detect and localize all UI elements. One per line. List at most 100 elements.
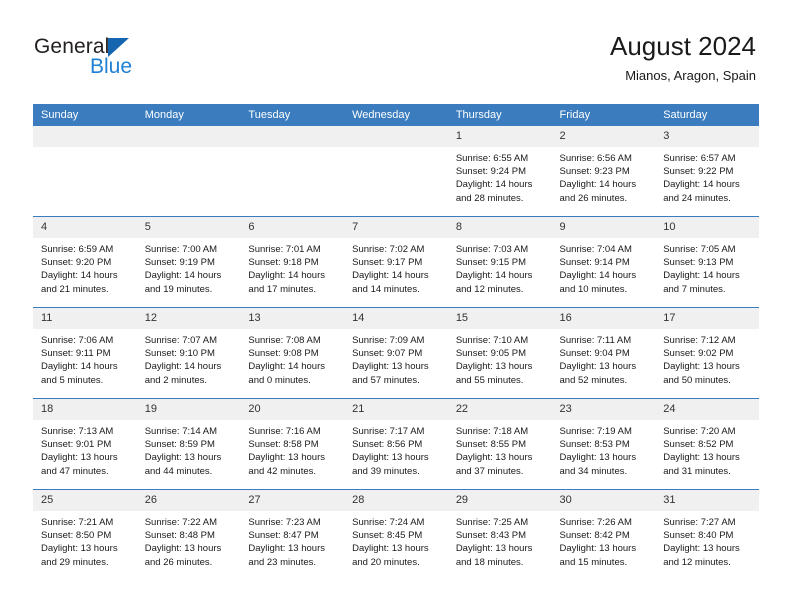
day-sun-info: Sunrise: 6:55 AM Sunset: 9:24 PM Daylight:…	[448, 147, 552, 205]
weekday-header-sunday: Sunday	[33, 104, 137, 126]
sunrise-text: Sunrise: 7:03 AM	[455, 244, 529, 255]
calendar-day-cell[interactable]: 24 Sunrise: 7:20 AM Sunset: 8:52 PM Dayligh…	[655, 398, 759, 490]
sunrise-text: Sunrise: 7:25 AM	[455, 517, 529, 528]
calendar-day-cell[interactable]: 10 Sunrise: 7:05 AM Sunset: 9:13 PM Dayligh…	[655, 216, 759, 308]
sunrise-text: Sunrise: 7:09 AM	[352, 335, 425, 346]
day-sun-info: Sunrise: 7:02 AM Sunset: 9:17 PM Daylight:…	[344, 238, 448, 296]
day-number: 6	[240, 217, 345, 238]
day-number: 10	[655, 217, 759, 238]
calendar-day-cell[interactable]: 18 Sunrise: 7:13 AM Sunset: 9:01 PM Dayligh…	[33, 398, 137, 490]
day-cell-inner: 19 Sunrise: 7:14 AM Sunset: 8:59 PM Dayligh…	[136, 399, 241, 489]
sunrise-text: Sunrise: 7:26 AM	[559, 517, 632, 528]
calendar-day-cell[interactable]: 22 Sunrise: 7:18 AM Sunset: 8:55 PM Dayligh…	[447, 398, 552, 490]
sunset-text: Sunset: 9:13 PM	[663, 257, 734, 269]
day-number	[240, 126, 345, 147]
calendar-day-cell[interactable]: 27 Sunrise: 7:23 AM Sunset: 8:47 PM Dayligh…	[240, 489, 345, 580]
calendar-day-cell	[240, 126, 345, 217]
weekday-header-wednesday: Wednesday	[344, 104, 448, 126]
calendar-day-cell[interactable]: 12 Sunrise: 7:07 AM Sunset: 9:10 PM Dayligh…	[136, 307, 241, 399]
calendar-day-cell[interactable]: 16 Sunrise: 7:11 AM Sunset: 9:04 PM Dayligh…	[551, 307, 656, 399]
calendar-day-cell	[136, 126, 241, 217]
calendar-body: 1 Sunrise: 6:55 AM Sunset: 9:24 PM Daylight…	[33, 126, 759, 580]
daylight-text-line2: and 31 minutes.	[663, 465, 731, 477]
generalblue-logo[interactable]: General Blue	[34, 36, 234, 86]
page-header: General Blue August 2024 Mianos, Aragon,…	[0, 0, 792, 100]
day-sun-info: Sunrise: 7:09 AM Sunset: 9:07 PM Daylight:…	[344, 329, 448, 387]
calendar-day-cell[interactable]: 3 Sunrise: 6:57 AM Sunset: 9:22 PM Daylight…	[655, 126, 759, 217]
calendar-day-cell[interactable]: 2 Sunrise: 6:56 AM Sunset: 9:23 PM Daylight…	[551, 126, 656, 217]
day-sun-info: Sunrise: 7:05 AM Sunset: 9:13 PM Daylight:…	[655, 238, 759, 296]
daylight-text-line1: Daylight: 14 hours	[559, 179, 637, 191]
sunset-text: Sunset: 9:02 PM	[663, 348, 734, 360]
daylight-text-line1: Daylight: 13 hours	[41, 543, 118, 555]
calendar-day-cell[interactable]: 31 Sunrise: 7:27 AM Sunset: 8:40 PM Dayligh…	[655, 489, 759, 580]
day-cell-inner: 23 Sunrise: 7:19 AM Sunset: 8:53 PM Dayligh…	[551, 399, 656, 489]
calendar-day-cell[interactable]: 7 Sunrise: 7:02 AM Sunset: 9:17 PM Daylight…	[344, 216, 448, 308]
day-cell-inner: 6 Sunrise: 7:01 AM Sunset: 9:18 PM Daylight…	[240, 217, 345, 307]
daylight-text-line1: Daylight: 14 hours	[663, 179, 740, 191]
weekday-header-monday: Monday	[136, 104, 241, 126]
day-cell-inner: 24 Sunrise: 7:20 AM Sunset: 8:52 PM Dayligh…	[655, 399, 759, 489]
day-sun-info: Sunrise: 7:22 AM Sunset: 8:48 PM Daylight:…	[137, 511, 241, 569]
sunrise-text: Sunrise: 6:57 AM	[663, 153, 736, 164]
calendar-day-cell[interactable]: 30 Sunrise: 7:26 AM Sunset: 8:42 PM Dayligh…	[551, 489, 656, 580]
daylight-text-line2: and 24 minutes.	[663, 192, 731, 204]
calendar-day-cell[interactable]: 4 Sunrise: 6:59 AM Sunset: 9:20 PM Daylight…	[33, 216, 137, 308]
calendar-day-cell[interactable]: 26 Sunrise: 7:22 AM Sunset: 8:48 PM Dayligh…	[136, 489, 241, 580]
calendar-day-cell	[344, 126, 448, 217]
daylight-text-line2: and 52 minutes.	[559, 374, 628, 386]
day-number: 21	[344, 399, 448, 420]
sunrise-text: Sunrise: 7:18 AM	[455, 426, 529, 437]
daylight-text-line1: Daylight: 14 hours	[455, 179, 533, 191]
day-sun-info: Sunrise: 7:27 AM Sunset: 8:40 PM Daylight:…	[655, 511, 759, 569]
calendar-week-row: 25 Sunrise: 7:21 AM Sunset: 8:50 PM Dayligh…	[33, 489, 759, 580]
calendar-day-cell[interactable]: 19 Sunrise: 7:14 AM Sunset: 8:59 PM Dayligh…	[136, 398, 241, 490]
day-sun-info: Sunrise: 7:16 AM Sunset: 8:58 PM Daylight:…	[240, 420, 344, 478]
day-sun-info: Sunrise: 7:14 AM Sunset: 8:59 PM Daylight:…	[137, 420, 241, 478]
daylight-text-line1: Daylight: 13 hours	[248, 452, 325, 464]
calendar-day-cell[interactable]: 6 Sunrise: 7:01 AM Sunset: 9:18 PM Daylight…	[240, 216, 345, 308]
sunrise-text: Sunrise: 7:08 AM	[248, 335, 321, 346]
daylight-text-line1: Daylight: 13 hours	[663, 452, 740, 464]
calendar-day-cell[interactable]: 11 Sunrise: 7:06 AM Sunset: 9:11 PM Dayligh…	[33, 307, 137, 399]
day-cell-inner: 13 Sunrise: 7:08 AM Sunset: 9:08 PM Dayligh…	[240, 308, 345, 398]
calendar-day-cell[interactable]: 23 Sunrise: 7:19 AM Sunset: 8:53 PM Dayligh…	[551, 398, 656, 490]
calendar-day-cell[interactable]: 28 Sunrise: 7:24 AM Sunset: 8:45 PM Dayligh…	[344, 489, 448, 580]
sunrise-text: Sunrise: 7:05 AM	[663, 244, 736, 255]
day-cell-inner: 28 Sunrise: 7:24 AM Sunset: 8:45 PM Dayligh…	[344, 490, 448, 580]
day-number: 25	[33, 490, 137, 511]
calendar-day-cell[interactable]: 5 Sunrise: 7:00 AM Sunset: 9:19 PM Daylight…	[136, 216, 241, 308]
daylight-text-line2: and 29 minutes.	[41, 556, 109, 568]
calendar-day-cell[interactable]: 29 Sunrise: 7:25 AM Sunset: 8:43 PM Dayligh…	[447, 489, 552, 580]
calendar-day-cell[interactable]: 21 Sunrise: 7:17 AM Sunset: 8:56 PM Dayligh…	[344, 398, 448, 490]
calendar-day-cell[interactable]: 13 Sunrise: 7:08 AM Sunset: 9:08 PM Dayligh…	[240, 307, 345, 399]
day-number: 9	[551, 217, 656, 238]
daylight-text-line2: and 39 minutes.	[352, 465, 420, 477]
day-cell-inner: 20 Sunrise: 7:16 AM Sunset: 8:58 PM Dayligh…	[240, 399, 345, 489]
daylight-text-line1: Daylight: 14 hours	[352, 270, 429, 282]
calendar-day-cell[interactable]: 20 Sunrise: 7:16 AM Sunset: 8:58 PM Dayligh…	[240, 398, 345, 490]
day-sun-info: Sunrise: 7:20 AM Sunset: 8:52 PM Daylight:…	[655, 420, 759, 478]
calendar-day-cell[interactable]: 15 Sunrise: 7:10 AM Sunset: 9:05 PM Dayligh…	[447, 307, 552, 399]
daylight-text-line2: and 47 minutes.	[41, 465, 109, 477]
day-number	[136, 126, 241, 147]
calendar-day-cell[interactable]: 9 Sunrise: 7:04 AM Sunset: 9:14 PM Daylight…	[551, 216, 656, 308]
calendar-day-cell[interactable]: 25 Sunrise: 7:21 AM Sunset: 8:50 PM Dayligh…	[33, 489, 137, 580]
daylight-text-line2: and 14 minutes.	[352, 283, 420, 295]
calendar-day-cell[interactable]: 14 Sunrise: 7:09 AM Sunset: 9:07 PM Dayligh…	[344, 307, 448, 399]
sunset-text: Sunset: 8:58 PM	[248, 439, 319, 451]
day-number: 28	[344, 490, 448, 511]
day-sun-info: Sunrise: 7:25 AM Sunset: 8:43 PM Daylight:…	[448, 511, 552, 569]
calendar-day-cell[interactable]: 1 Sunrise: 6:55 AM Sunset: 9:24 PM Daylight…	[447, 126, 552, 217]
daylight-text-line2: and 7 minutes.	[663, 283, 726, 295]
daylight-text-line2: and 28 minutes.	[455, 192, 524, 204]
calendar-day-cell[interactable]: 8 Sunrise: 7:03 AM Sunset: 9:15 PM Daylight…	[447, 216, 552, 308]
day-number: 4	[33, 217, 137, 238]
calendar-grid: Sunday Monday Tuesday Wednesday Thursday…	[33, 104, 759, 580]
sunrise-text: Sunrise: 7:17 AM	[352, 426, 425, 437]
sunrise-text: Sunrise: 6:55 AM	[455, 153, 529, 164]
daylight-text-line1: Daylight: 14 hours	[663, 270, 740, 282]
day-cell-inner: 8 Sunrise: 7:03 AM Sunset: 9:15 PM Daylight…	[447, 217, 552, 307]
calendar-day-cell[interactable]: 17 Sunrise: 7:12 AM Sunset: 9:02 PM Dayligh…	[655, 307, 759, 399]
sunrise-text: Sunrise: 7:24 AM	[352, 517, 425, 528]
